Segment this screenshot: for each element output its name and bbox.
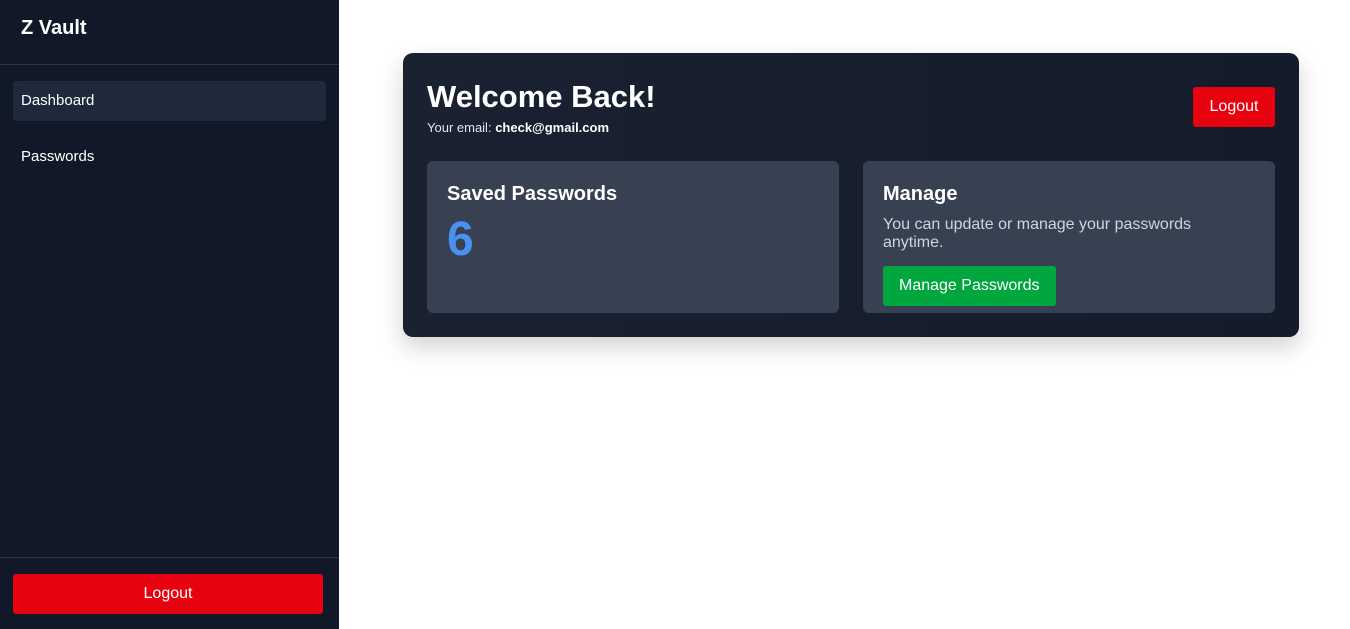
- header-logout-button[interactable]: Logout: [1193, 87, 1275, 127]
- sidebar-logout-button[interactable]: Logout: [13, 574, 323, 614]
- page-title: Welcome Back!: [427, 79, 656, 114]
- email-value: check@gmail.com: [495, 120, 610, 135]
- welcome-card: Welcome Back! Your email: check@gmail.co…: [403, 53, 1299, 337]
- sidebar-nav: Dashboard Passwords: [0, 65, 339, 177]
- manage-title: Manage: [883, 183, 958, 205]
- saved-passwords-panel: Saved Passwords 6: [427, 161, 839, 313]
- sidebar-item-passwords[interactable]: Passwords: [13, 137, 326, 177]
- email-label: Your email:: [427, 120, 492, 135]
- saved-passwords-title: Saved Passwords: [447, 183, 618, 205]
- sidebar-item-dashboard[interactable]: Dashboard: [13, 81, 326, 121]
- saved-passwords-count: 6: [447, 213, 474, 266]
- app-root: Z Vault Dashboard Passwords Logout Welco…: [0, 0, 1350, 629]
- manage-panel: Manage You can update or manage your pas…: [863, 161, 1275, 313]
- brand-title: Z Vault: [0, 0, 339, 65]
- manage-description: You can update or manage your passwords …: [883, 216, 1192, 251]
- email-line: Your email: check@gmail.com: [427, 120, 609, 135]
- sidebar: Z Vault Dashboard Passwords Logout: [0, 0, 339, 629]
- sidebar-footer: Logout: [0, 557, 339, 629]
- manage-passwords-button[interactable]: Manage Passwords: [883, 266, 1056, 306]
